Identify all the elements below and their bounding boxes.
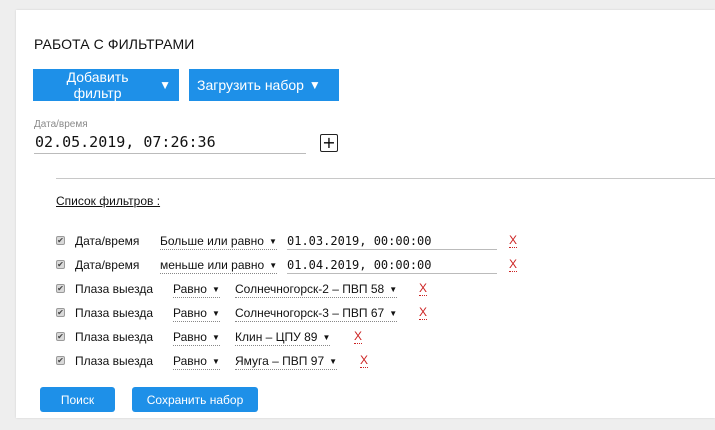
- remove-filter-button[interactable]: X: [509, 234, 518, 248]
- caret-down-icon: ▼: [211, 309, 220, 318]
- add-filter-label: Добавить фильтр: [66, 69, 129, 101]
- caret-down-icon: ▼: [269, 261, 278, 270]
- filters-panel: РАБОТА С ФИЛЬТРАМИ Добавить фильтр ▼ Заг…: [16, 10, 715, 418]
- caret-down-icon: ▼: [211, 333, 220, 342]
- filter-checkbox[interactable]: ✔: [56, 308, 65, 317]
- page-title: РАБОТА С ФИЛЬТРАМИ: [34, 36, 195, 52]
- filter-name: Плаза выезда: [75, 306, 153, 320]
- filter-checkbox[interactable]: ✔: [56, 236, 65, 245]
- remove-filter-button[interactable]: X: [360, 354, 369, 368]
- plaza-value: Солнечногорск-3 – ПВП 67: [235, 306, 385, 320]
- plaza-value: Клин – ЦПУ 89: [235, 330, 318, 344]
- remove-filter-button[interactable]: X: [509, 258, 518, 272]
- filter-row: ✔ Плаза выезда Равно ▼ Солнечногорск-3 – …: [56, 306, 476, 322]
- filter-name: Плаза выезда: [75, 354, 153, 368]
- filter-checkbox[interactable]: ✔: [56, 332, 65, 341]
- filter-row: ✔ Плаза выезда Равно ▼ Клин – ЦПУ 89 ▼ X: [56, 330, 416, 346]
- operator-select[interactable]: Равно ▼: [173, 354, 220, 370]
- operator-value: Равно: [173, 306, 207, 320]
- operator-value: Равно: [173, 330, 207, 344]
- caret-down-icon: ▼: [211, 285, 220, 294]
- plaza-select[interactable]: Ямуга – ПВП 97 ▼: [235, 354, 338, 370]
- filter-name: Дата/время: [75, 258, 140, 272]
- filter-checkbox[interactable]: ✔: [56, 356, 65, 365]
- plaza-value: Ямуга – ПВП 97: [235, 354, 325, 368]
- operator-select[interactable]: меньше или равно ▼: [160, 258, 278, 274]
- add-datetime-button[interactable]: +: [320, 134, 338, 152]
- caret-down-icon: ▼: [159, 78, 171, 92]
- plaza-value: Солнечногорск-2 – ПВП 58: [235, 282, 385, 296]
- plus-icon: +: [322, 133, 336, 152]
- filter-row: ✔ Дата/время Больше или равно ▼ 01.03.201…: [56, 234, 536, 250]
- filter-value-input[interactable]: 01.03.2019, 00:00:00: [287, 234, 497, 250]
- divider: [56, 178, 715, 179]
- operator-value: меньше или равно: [160, 258, 265, 272]
- caret-down-icon: ▼: [322, 333, 331, 342]
- plaza-select[interactable]: Солнечногорск-3 – ПВП 67 ▼: [235, 306, 398, 322]
- operator-select[interactable]: Равно ▼: [173, 282, 220, 298]
- operator-select[interactable]: Больше или равно ▼: [160, 234, 277, 250]
- remove-filter-button[interactable]: X: [354, 330, 363, 344]
- operator-select[interactable]: Равно ▼: [173, 306, 220, 322]
- caret-down-icon: ▼: [389, 285, 398, 294]
- plaza-select[interactable]: Солнечногорск-2 – ПВП 58 ▼: [235, 282, 398, 298]
- caret-down-icon: ▼: [389, 309, 398, 318]
- operator-value: Больше или равно: [160, 234, 264, 248]
- load-set-label: Загрузить набор: [197, 77, 304, 93]
- filter-name: Плаза выезда: [75, 330, 153, 344]
- filter-checkbox[interactable]: ✔: [56, 260, 65, 269]
- filter-row: ✔ Плаза выезда Равно ▼ Ямуга – ПВП 97 ▼ X: [56, 354, 416, 370]
- plaza-select[interactable]: Клин – ЦПУ 89 ▼: [235, 330, 331, 346]
- filter-list-title: Список фильтров :: [56, 194, 161, 208]
- caret-down-icon: ▼: [211, 357, 220, 366]
- remove-filter-button[interactable]: X: [419, 282, 428, 296]
- filter-value-input[interactable]: 01.04.2019, 00:00:00: [287, 258, 497, 274]
- filter-name: Плаза выезда: [75, 282, 153, 296]
- save-set-button[interactable]: Сохранить набор: [132, 387, 258, 412]
- filter-checkbox[interactable]: ✔: [56, 284, 65, 293]
- caret-down-icon: ▼: [308, 78, 321, 92]
- remove-filter-button[interactable]: X: [419, 306, 428, 320]
- caret-down-icon: ▼: [329, 357, 338, 366]
- filter-row: ✔ Плаза выезда Равно ▼ Солнечногорск-2 – …: [56, 282, 476, 298]
- filter-row: ✔ Дата/время меньше или равно ▼ 01.04.201…: [56, 258, 536, 274]
- load-set-button[interactable]: Загрузить набор ▼: [189, 69, 339, 101]
- operator-value: Равно: [173, 354, 207, 368]
- operator-value: Равно: [173, 282, 207, 296]
- datetime-label: Дата/время: [34, 119, 88, 130]
- caret-down-icon: ▼: [268, 237, 277, 246]
- filter-name: Дата/время: [75, 234, 140, 248]
- datetime-input[interactable]: [34, 130, 306, 154]
- add-filter-button[interactable]: Добавить фильтр ▼: [33, 69, 179, 101]
- search-button[interactable]: Поиск: [40, 387, 115, 412]
- operator-select[interactable]: Равно ▼: [173, 330, 220, 346]
